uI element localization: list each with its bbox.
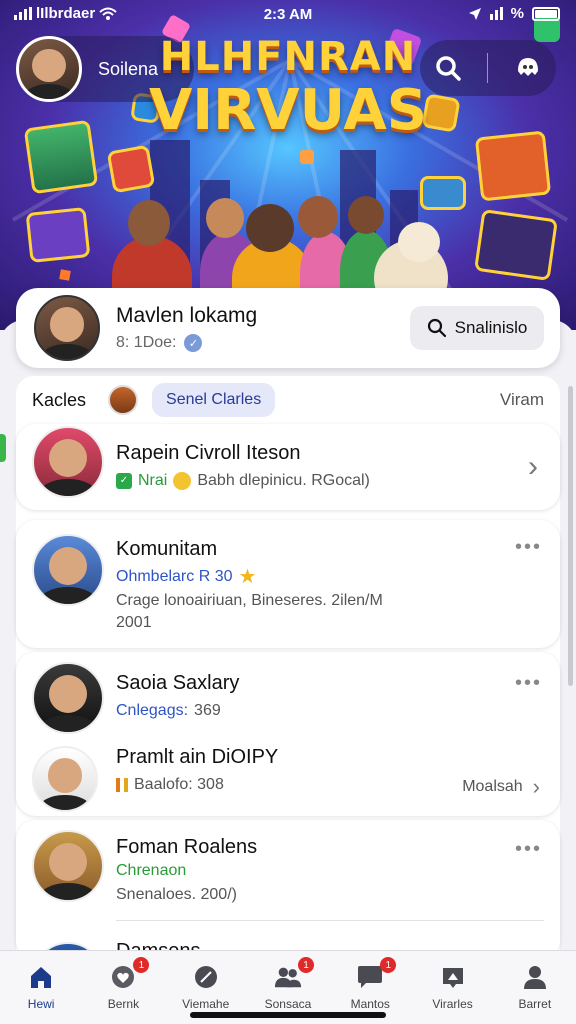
chevron-right-icon[interactable]: › [528,450,538,484]
row-title: Komunitam [116,538,218,560]
tab-bernk[interactable]: 1 Bernk [82,951,164,1024]
tab-virarles[interactable]: Virarles [411,951,493,1024]
tab-barret[interactable]: Barret [494,951,576,1024]
avatar [32,662,104,734]
search-icon[interactable] [431,51,465,85]
battery-percent: % [510,5,524,22]
side-indicator [0,434,6,462]
home-icon [27,963,55,991]
home-indicator[interactable] [190,1012,386,1018]
row-title: Rapein Civroll Iteson [116,442,301,464]
status-bar: lIlbrdaer 2:3 AM % [0,0,576,30]
list-item[interactable]: Komunitam Ohmbelarc R 30 ★ Crage lonoair… [16,520,560,648]
chevron-right-icon: › [532,774,540,799]
row-badge-text: Nrai [138,472,168,489]
list-title: Kacles [32,389,87,410]
row-subtitle: Ohmbelarc R 30 [116,567,233,585]
more-icon[interactable]: ••• [515,838,542,861]
avatar [32,830,104,902]
list-item[interactable]: Foman Roalens Chrenaon Snenaloes. 200/) … [16,820,560,960]
person-icon [521,963,549,991]
avatar [32,534,104,606]
avatar[interactable] [108,385,139,415]
row-title: Foman Roalens [116,836,258,858]
tab-label: Barret [518,997,552,1011]
more-icon[interactable]: ••• [515,536,542,559]
notification-badge: 1 [297,957,314,973]
ghost-icon[interactable] [511,51,545,85]
search-button-label: Snalinislo [454,318,528,337]
notification-badge: 1 [380,957,397,973]
row-title: Pramlt ain DiOIPY [116,746,279,768]
row-meta: Snenaloes. 200/) [116,886,237,903]
pen-icon [192,963,220,991]
tab-label: Hewi [27,997,55,1011]
list-header: Kacles Senel Clarles Viram [16,376,560,424]
scrollbar[interactable] [568,386,573,686]
chat-icon: 1 [356,957,397,991]
featured-subtitle: 8: 1Doe: [116,334,177,351]
row-subtitle: Chrenaon [116,862,187,879]
heart-icon: 1 [109,957,150,991]
list-item[interactable]: Pramlt ain DiOIPY Baalofo: 308 Moalsah › [16,736,560,816]
location-icon [468,7,481,20]
row-action-label: Moalsah [462,778,523,795]
row-title: Saoia Saxlary [116,672,240,694]
row-meta: Crage lonoairiuan, Bineseres. 2ilen/M 20… [116,592,383,631]
header-actions [420,40,556,96]
notification-badge: 1 [133,957,150,973]
emoji-icon [173,472,192,490]
check-icon: ✓ [116,473,132,489]
tab-label: Viemahe [182,997,230,1011]
filter-chip[interactable]: Senel Clarles [152,383,276,417]
divider [487,53,489,83]
search-button[interactable]: Snalinislo [410,306,544,350]
more-icon[interactable]: ••• [515,672,542,695]
tab-home[interactable]: Hewi [0,951,82,1024]
row-action[interactable]: Moalsah › [462,774,540,800]
row-subtitle: Cnlegags: [116,702,189,719]
list-item[interactable]: Rapein Civroll Iteson ✓ Nrai Babh dlepin… [16,424,560,510]
list-item[interactable]: Saoia Saxlary Cnlegags: 369 ••• [16,652,560,734]
row-subtitle: Baalofo: 308 [134,776,224,793]
flag-icon [439,963,467,991]
view-all-link[interactable]: Viram [500,390,544,410]
avatar [32,746,98,812]
verified-icon: ✓ [184,334,203,352]
list-group: Saoia Saxlary Cnlegags: 369 ••• Pramlt a… [16,652,560,816]
star-icon: ★ [238,566,257,588]
tab-label: Sonsaca [264,997,312,1011]
row-subtitle: Babh dlepinicu. RGocal) [197,472,370,489]
featured-card[interactable]: Mavlen lokamg 8: 1Doe: ✓ Snalinislo [16,288,560,368]
tab-label: Mantos [350,997,390,1011]
search-icon [427,318,446,338]
battery-icon [532,6,560,21]
avatar [34,295,100,361]
cell-signal-icon [489,7,503,20]
tab-label: Virarles [432,997,473,1011]
chart-icon [116,778,128,792]
group-icon: 1 [274,957,314,991]
tab-label: Bernk [107,997,140,1011]
row-value: 369 [194,702,221,719]
featured-title: Mavlen lokamg [116,304,258,327]
avatar [32,426,104,498]
